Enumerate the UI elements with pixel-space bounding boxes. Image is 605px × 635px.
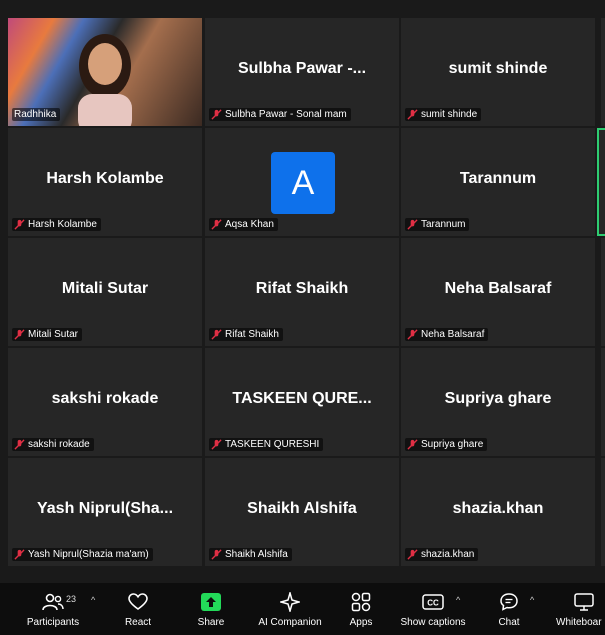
partial-tile[interactable] <box>601 348 605 456</box>
share-label: Share <box>197 617 225 628</box>
partial-tile-active-speaker[interactable] <box>597 128 605 236</box>
video-tile-yash[interactable]: Yash Niprul(Sha... Yash Niprul(Shazia ma… <box>8 458 202 566</box>
mic-muted-icon <box>211 329 222 340</box>
mic-muted-icon <box>407 329 418 340</box>
mic-muted-icon <box>407 219 418 230</box>
mic-muted-icon <box>407 549 418 560</box>
mic-muted-icon <box>211 549 222 560</box>
participant-label: Yash Niprul(Shazia ma'am) <box>12 548 153 561</box>
video-tile-mitali[interactable]: Mitali Sutar Mitali Sutar <box>8 238 202 346</box>
participant-label: sumit shinde <box>405 108 482 121</box>
participant-name: TASKEEN QURE... <box>232 390 372 407</box>
participant-name: Rifat Shaikh <box>255 280 349 297</box>
video-tile-radhika[interactable]: Radhhika <box>8 18 202 126</box>
whiteboards-label: Whiteboar <box>556 617 602 628</box>
video-tile-supriya[interactable]: Supriya ghare Supriya ghare <box>401 348 595 456</box>
participant-name: Tarannum <box>459 170 537 187</box>
video-tile-neha[interactable]: Neha Balsaraf Neha Balsaraf <box>401 238 595 346</box>
participant-label: TASKEEN QURESHI <box>209 438 324 451</box>
mic-muted-icon <box>211 219 222 230</box>
participant-label: sakshi rokade <box>12 438 94 451</box>
video-tile-aqsa[interactable]: A Aqsa Khan <box>205 128 399 236</box>
partial-tile[interactable] <box>601 458 605 566</box>
video-tile-sulbha[interactable]: Sulbha Pawar -... Sulbha Pawar - Sonal m… <box>205 18 399 126</box>
svg-text:CC: CC <box>427 599 439 608</box>
ai-companion-label: AI Companion <box>258 617 322 628</box>
share-icon <box>201 593 221 611</box>
mic-muted-icon <box>407 109 418 120</box>
participant-video <box>78 34 132 126</box>
participants-icon <box>42 593 64 611</box>
video-tile-tarannum[interactable]: Tarannum Tarannum <box>401 128 595 236</box>
video-tile-sumit[interactable]: sumit shinde sumit shinde <box>401 18 595 126</box>
video-tile-alshifa[interactable]: Shaikh Alshifa Shaikh Alshifa <box>205 458 399 566</box>
mic-muted-icon <box>14 219 25 230</box>
partial-tile[interactable] <box>601 238 605 346</box>
share-button[interactable]: Share <box>191 591 231 628</box>
sparkle-icon <box>280 592 300 612</box>
participants-count: 23 <box>66 594 77 604</box>
video-tile-harsh[interactable]: Harsh Kolambe Harsh Kolambe <box>8 128 202 236</box>
participant-label: Neha Balsaraf <box>405 328 489 341</box>
video-tile-sakshi[interactable]: sakshi rokade sakshi rokade <box>8 348 202 456</box>
participant-label: shazia.khan <box>405 548 479 561</box>
avatar: A <box>271 152 335 214</box>
participant-name: Yash Niprul(Sha... <box>36 500 174 517</box>
participant-name: shazia.khan <box>452 500 544 517</box>
chat-label: Chat <box>498 617 520 628</box>
participant-label: Radhhika <box>12 108 61 121</box>
chat-caret-icon[interactable]: ^ <box>530 595 534 605</box>
participant-name: sakshi rokade <box>51 390 159 407</box>
participant-name: Sulbha Pawar -... <box>237 60 367 77</box>
apps-icon <box>351 592 371 612</box>
participant-name: Shaikh Alshifa <box>247 500 357 517</box>
chat-button[interactable]: Chat <box>492 591 526 628</box>
meeting-toolbar: Participants 23 ^ React Share AI Compani… <box>0 583 605 635</box>
whiteboard-icon <box>574 593 594 611</box>
participant-label: Rifat Shaikh <box>209 328 283 341</box>
heart-icon <box>128 593 148 610</box>
participant-label: Sulbha Pawar - Sonal mam <box>209 108 351 121</box>
participant-name: Harsh Kolambe <box>46 170 164 187</box>
mic-muted-icon <box>14 439 25 450</box>
mic-muted-icon <box>211 109 222 120</box>
participants-label: Participants <box>26 617 80 628</box>
apps-label: Apps <box>349 617 373 628</box>
video-tile-rifat[interactable]: Rifat Shaikh Rifat Shaikh <box>205 238 399 346</box>
participant-label: Aqsa Khan <box>209 218 278 231</box>
show-captions-label: Show captions <box>400 617 466 628</box>
apps-button[interactable]: Apps <box>343 591 379 628</box>
ai-companion-button[interactable]: AI Companion <box>254 591 326 628</box>
captions-caret-icon[interactable]: ^ <box>456 595 460 605</box>
react-label: React <box>124 617 152 628</box>
whiteboards-button[interactable]: Whiteboar <box>556 591 605 628</box>
mic-muted-icon <box>407 439 418 450</box>
video-tile-shazia[interactable]: shazia.khan shazia.khan <box>401 458 595 566</box>
mic-muted-icon <box>211 439 222 450</box>
video-tile-taskeen[interactable]: TASKEEN QURE... TASKEEN QURESHI <box>205 348 399 456</box>
cc-icon: CC <box>422 594 444 610</box>
participant-name: sumit shinde <box>448 60 548 77</box>
react-button[interactable]: React <box>118 591 158 628</box>
participant-label: Supriya ghare <box>405 438 488 451</box>
chat-icon <box>500 593 518 611</box>
participant-label: Mitali Sutar <box>12 328 83 341</box>
participant-label: Harsh Kolambe <box>12 218 101 231</box>
participant-name: Mitali Sutar <box>61 280 149 297</box>
participants-caret-icon[interactable]: ^ <box>91 595 95 605</box>
gallery-grid: Radhhika Sulbha Pawar -... Sulbha Pawar … <box>0 0 605 583</box>
participant-label: Tarannum <box>405 218 470 231</box>
mic-muted-icon <box>14 549 25 560</box>
partial-tile[interactable] <box>601 18 605 126</box>
participant-label: Shaikh Alshifa <box>209 548 292 561</box>
participant-name: Neha Balsaraf <box>444 280 552 297</box>
mic-muted-icon <box>14 329 25 340</box>
participant-name: Supriya ghare <box>444 390 552 407</box>
